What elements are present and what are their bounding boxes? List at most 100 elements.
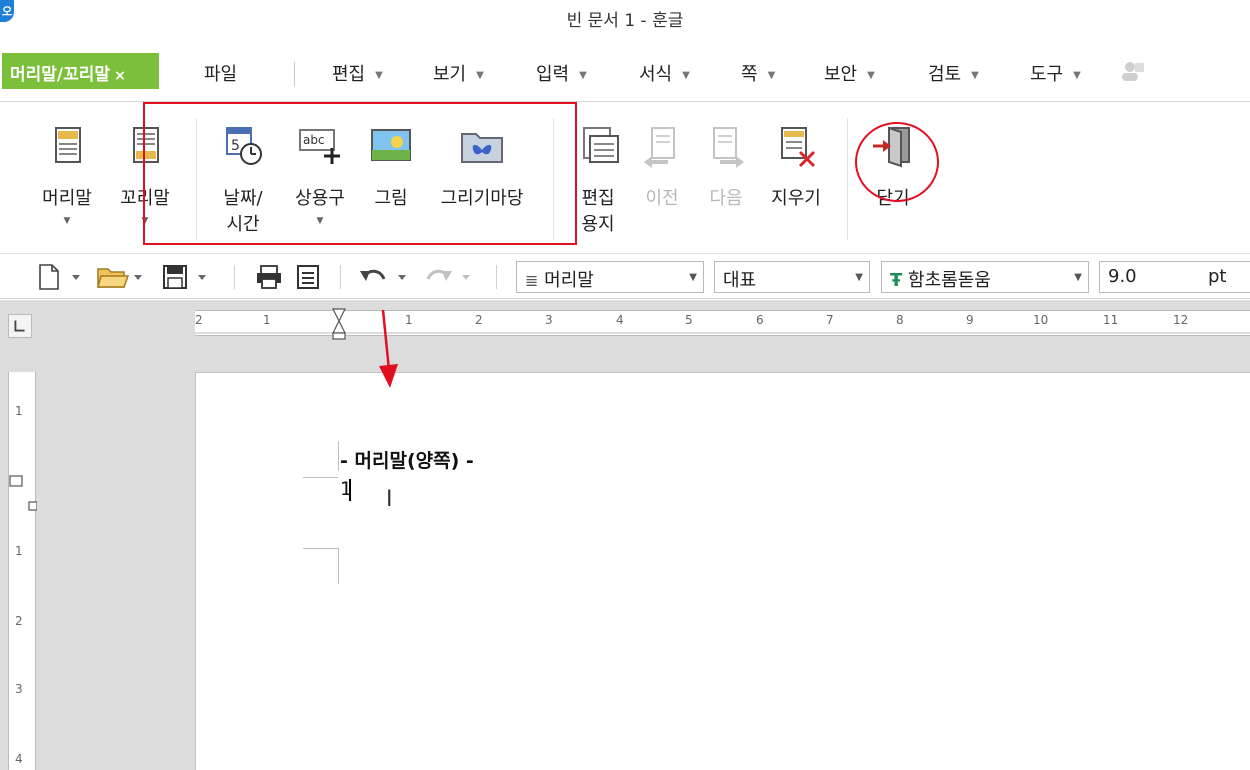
next-button-label: 다음 xyxy=(709,188,743,209)
ribbon-divider xyxy=(847,118,848,240)
window-title: 빈 문서 1 - 훈글 xyxy=(566,11,684,31)
undo-icon[interactable] xyxy=(358,263,412,291)
menu-view-label: 보기 xyxy=(433,64,467,85)
ruler-label: 3 xyxy=(545,313,553,327)
annotation-highlight-box xyxy=(143,102,577,245)
menu-bar: 머리말/꼬리말 × 파일 편집 ▼ 보기 ▼ 입력 ▼ 서식 ▼ 쪽 ▼ 보안 ▼ 검토 ▼ 도… xyxy=(0,40,1250,102)
delete-button-label: 지우기 xyxy=(771,188,821,209)
tab-stop-icon xyxy=(14,320,25,332)
menu-security-label: 보안 xyxy=(824,64,858,85)
ruler-label: 10 xyxy=(1033,313,1049,327)
account-icon[interactable] xyxy=(1120,60,1146,82)
ruler-label: 3 xyxy=(15,682,23,696)
save-icon[interactable] xyxy=(160,263,212,291)
chevron-down-icon: ▼ xyxy=(375,70,383,81)
margin-guide xyxy=(303,477,338,478)
toolbar-divider xyxy=(340,265,341,289)
menu-review[interactable]: 검토 ▼ xyxy=(928,60,979,86)
menu-divider xyxy=(294,62,295,86)
delete-icon xyxy=(781,127,816,168)
font-select[interactable]: Ŧ 함초롬돋움 ▼ xyxy=(881,261,1089,293)
menu-format-label: 서식 xyxy=(639,64,673,85)
margin-guide xyxy=(303,548,338,549)
edit-paper-icon xyxy=(583,127,619,163)
vertical-ruler[interactable]: 1 1 2 3 4 xyxy=(8,372,37,770)
toolbar-divider xyxy=(234,265,235,289)
menu-page-label: 쪽 xyxy=(741,64,758,85)
menu-edit-label: 편집 xyxy=(332,64,366,85)
chevron-down-icon: ▼ xyxy=(855,272,863,283)
font-size-value: 9.0 xyxy=(1108,266,1137,287)
chevron-down-icon[interactable]: ▼ xyxy=(36,214,98,228)
margin-guide xyxy=(338,441,339,471)
ruler-label: 1 xyxy=(263,313,271,327)
chevron-down-icon: ▼ xyxy=(1074,272,1082,283)
chevron-down-icon: ▼ xyxy=(476,70,484,81)
ruler-label: 7 xyxy=(826,313,834,327)
margin-guide xyxy=(338,548,339,584)
font-type-icon: Ŧ xyxy=(890,270,903,291)
tab-stop-selector[interactable] xyxy=(8,314,32,338)
text-cursor xyxy=(349,479,351,501)
ruler-label: 5 xyxy=(685,313,693,327)
edit-paper-label-line1: 편집 xyxy=(581,188,615,209)
context-tab-close-icon[interactable]: × xyxy=(114,68,126,84)
ruler-label: 4 xyxy=(616,313,624,327)
ruler-label: 2 xyxy=(475,313,483,327)
menu-tools[interactable]: 도구 ▼ xyxy=(1030,60,1081,86)
language-select[interactable]: 대표 ▼ xyxy=(714,261,870,293)
formatting-toolbar: ≣ 머리말 ▼ 대표 ▼ Ŧ 함초롬돋움 ▼ 9.0 pt xyxy=(0,255,1250,299)
ruler-label: 11 xyxy=(1103,313,1119,327)
ruler-label: 4 xyxy=(15,752,23,766)
font-size-select[interactable]: 9.0 pt xyxy=(1099,261,1250,293)
annotation-highlight-circle xyxy=(855,122,939,202)
ruler-label: 1 xyxy=(405,313,413,327)
ruler-label: 6 xyxy=(756,313,764,327)
header-footer-context-tab[interactable]: 머리말/꼬리말 × xyxy=(2,53,159,89)
indent-marker-icon[interactable] xyxy=(331,307,347,341)
context-tab-label: 머리말/꼬리말 xyxy=(10,65,111,85)
menu-edit[interactable]: 편집 ▼ xyxy=(332,60,383,86)
chevron-down-icon: ▼ xyxy=(767,70,776,81)
style-select-value: 머리말 xyxy=(544,270,594,291)
ruler-label: 2 xyxy=(15,614,23,628)
margin-marker-icon[interactable] xyxy=(9,472,37,512)
menu-page[interactable]: 쪽 ▼ xyxy=(741,60,775,86)
new-document-icon[interactable] xyxy=(36,263,86,291)
document-page[interactable] xyxy=(195,372,1250,770)
edit-paper-button[interactable]: 편집 용지 xyxy=(571,122,625,238)
next-button[interactable]: 다음 xyxy=(700,122,752,212)
toolbar-divider xyxy=(496,265,497,289)
previous-icon xyxy=(644,127,675,168)
style-select[interactable]: ≣ 머리말 ▼ xyxy=(516,261,704,293)
print-icon[interactable] xyxy=(254,263,284,291)
menu-input-label: 입력 xyxy=(536,64,570,85)
open-folder-icon[interactable] xyxy=(96,263,148,291)
menu-input[interactable]: 입력 ▼ xyxy=(536,60,587,86)
header-button-label: 머리말 xyxy=(42,188,92,209)
ruler-label: 2 xyxy=(195,313,203,327)
header-button[interactable]: 머리말 ▼ xyxy=(36,122,98,228)
title-bar: 오 빈 문서 1 - 훈글 xyxy=(0,0,1250,34)
menu-view[interactable]: 보기 ▼ xyxy=(433,60,484,86)
menu-file[interactable]: 파일 xyxy=(204,60,237,86)
ruler-label: 1 xyxy=(15,544,23,558)
menu-security[interactable]: 보안 ▼ xyxy=(824,60,875,86)
chevron-down-icon: ▼ xyxy=(682,70,690,81)
ruler-label: 1 xyxy=(15,404,23,418)
delete-button[interactable]: 지우기 xyxy=(764,122,828,212)
paragraph-style-icon: ≣ xyxy=(525,271,539,290)
header-content-text[interactable]: - 머리말(양쪽) - xyxy=(340,446,474,473)
menu-file-label: 파일 xyxy=(204,64,238,85)
chevron-down-icon: ▼ xyxy=(579,70,587,81)
redo-icon[interactable] xyxy=(422,263,476,291)
menu-format[interactable]: 서식 ▼ xyxy=(639,60,690,86)
print-preview-icon[interactable] xyxy=(294,263,322,291)
chevron-down-icon: ▼ xyxy=(689,272,697,283)
language-select-value: 대표 xyxy=(723,270,757,291)
font-select-value: 함초롬돋움 xyxy=(908,270,991,291)
ruler-label: 9 xyxy=(966,313,974,327)
previous-button[interactable]: 이전 xyxy=(636,122,688,212)
horizontal-ruler[interactable]: 2 1 1 2 3 4 5 6 7 8 9 10 11 12 xyxy=(195,308,1250,340)
menu-tools-label: 도구 xyxy=(1030,64,1064,85)
